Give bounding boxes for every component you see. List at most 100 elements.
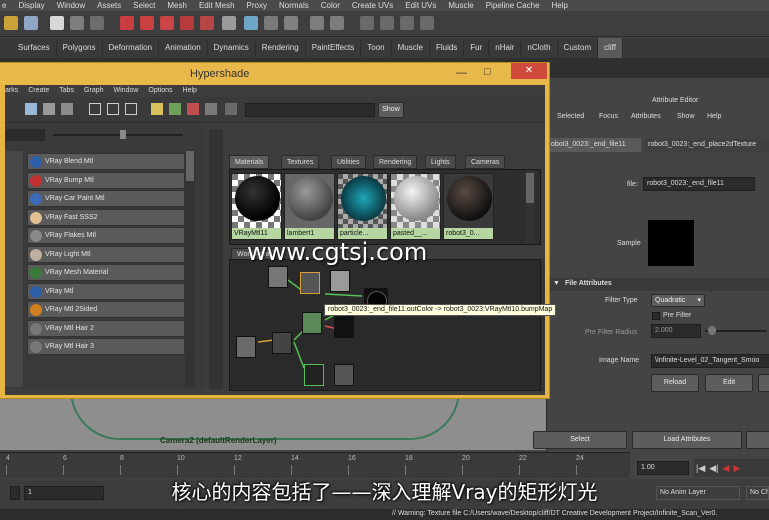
ae-tab-file[interactable]: obot3_0023:_end_file11 (547, 138, 641, 152)
time-slider[interactable]: 4 6 8 10 12 14 16 18 20 22 24 (0, 452, 630, 478)
view-button[interactable] (758, 374, 769, 392)
menu-item-12[interactable]: Muscle (448, 0, 473, 11)
graph-node-7[interactable] (236, 336, 256, 358)
image-name-field[interactable]: \Infinite-Level_02_Tangent_Smoo (651, 354, 769, 368)
work-area[interactable] (229, 259, 541, 391)
menu-item-14[interactable]: Help (552, 0, 568, 11)
graph-node-8[interactable] (272, 332, 292, 354)
ae-menu-attributes[interactable]: Attributes (631, 113, 661, 120)
shelf-tab-14[interactable]: cliff (598, 38, 623, 58)
hypershade-titlebar[interactable]: Hypershade — □ ✕ (0, 63, 549, 85)
shelf-tab-1[interactable]: Polygons (57, 38, 103, 58)
play-back-icon[interactable]: ◀ (723, 459, 730, 477)
shelf-tab-10[interactable]: Fur (464, 38, 490, 58)
material-swatch[interactable]: particle... (337, 173, 388, 240)
material-swatch[interactable]: robot3_0... (443, 173, 494, 240)
file-name-field[interactable]: robot3_0023:_end_file11 (643, 177, 755, 191)
history-icon[interactable] (222, 16, 236, 30)
load-attributes-button[interactable]: Load Attributes (632, 431, 742, 449)
file-attributes-header[interactable]: ▼ File Attributes (547, 278, 769, 291)
snap-icon[interactable] (120, 16, 134, 30)
snap-point-icon[interactable] (160, 16, 174, 30)
minimize-icon[interactable]: — (456, 67, 467, 79)
select-button[interactable]: Select (533, 431, 627, 449)
create-item[interactable]: VRay Mesh Material (27, 264, 185, 281)
graph-node-5[interactable] (302, 312, 322, 334)
snap-surface-icon[interactable] (200, 16, 214, 30)
render-settings-icon[interactable] (284, 16, 298, 30)
snap-view-icon[interactable] (180, 16, 194, 30)
menu-item-11[interactable]: Edit UVs (405, 0, 436, 11)
shelf-tab-3[interactable]: Animation (159, 38, 208, 58)
menu-item-5[interactable]: Mesh (167, 0, 187, 11)
create-item[interactable]: VRay Mtl (27, 282, 185, 300)
shelf-tab-8[interactable]: Muscle (392, 38, 430, 58)
tool-icon[interactable] (360, 16, 374, 30)
ae-menu-show[interactable]: Show (677, 113, 695, 120)
shelf-tab-4[interactable]: Dynamics (208, 38, 256, 58)
menu-item-9[interactable]: Color (321, 0, 340, 11)
material-swatch[interactable]: pasted__... (390, 173, 441, 240)
close-icon[interactable]: ✕ (511, 63, 547, 79)
command-line[interactable]: // Warning: Texture file C:/Users/wave/D… (0, 509, 769, 520)
menu-item-8[interactable]: Normals (279, 0, 309, 11)
maximize-icon[interactable]: □ (484, 66, 491, 78)
material-swatch[interactable]: VRayMtl11 (231, 173, 282, 240)
ae-menu-help[interactable]: Help (707, 113, 721, 120)
lasso-icon[interactable] (70, 16, 84, 30)
play-forward-icon[interactable]: ▶ (733, 459, 740, 477)
menu-item-7[interactable]: Proxy (247, 0, 267, 11)
menu-item-2[interactable]: Window (57, 0, 85, 11)
hypershade-icon[interactable] (310, 16, 324, 30)
materials-scrollbar[interactable] (525, 171, 535, 243)
reload-button[interactable]: Reload (651, 374, 699, 392)
menu-item-13[interactable]: Pipeline Cache (486, 0, 540, 11)
menu-item-1[interactable]: Display (18, 0, 44, 11)
step-back-icon[interactable]: ◀| (709, 459, 718, 477)
pre-filter-radius-field[interactable]: 2.000 (651, 324, 701, 338)
graph-node-3[interactable] (330, 270, 350, 292)
shelf-tab-13[interactable]: Custom (558, 38, 599, 58)
work-area-scrollbar[interactable] (541, 259, 545, 391)
material-swatch[interactable]: lambert1 (284, 173, 335, 240)
menu-item-3[interactable]: Assets (97, 0, 121, 11)
go-to-start-icon[interactable]: |◀ (696, 459, 705, 477)
create-item[interactable]: VRay Mtl Hair 3 (27, 338, 185, 355)
create-item[interactable]: VRay Mtl Hair 2 (27, 319, 185, 337)
create-item[interactable]: VRay Light Mtl (27, 245, 185, 263)
shelf-tab-12[interactable]: nCloth (521, 38, 558, 58)
tool-icon-3[interactable] (400, 16, 414, 30)
menu-item-6[interactable]: Edit Mesh (199, 0, 235, 11)
shelf-tab-2[interactable]: Deformation (103, 38, 160, 58)
shelf-tab-9[interactable]: Fluids (430, 38, 465, 58)
shelf-tab-7[interactable]: Toon (361, 38, 392, 58)
current-frame-field[interactable]: 1.00 (637, 461, 689, 475)
ipr-render-icon[interactable] (264, 16, 278, 30)
edit-button[interactable]: Edit (705, 374, 753, 392)
shelf-tab-6[interactable]: PaintEffects (306, 38, 362, 58)
open-folder-icon[interactable] (4, 16, 18, 30)
snap-curve-icon[interactable] (140, 16, 154, 30)
slider-handle[interactable] (708, 326, 716, 335)
create-item[interactable]: VRay Mtl 2Sided (27, 301, 185, 318)
shelf-tab-5[interactable]: Rendering (256, 38, 306, 58)
shelf-tab-0[interactable]: Surfaces (12, 38, 57, 58)
ae-menu-focus[interactable]: Focus (599, 113, 618, 120)
shelf-tab-11[interactable]: nHair (489, 38, 522, 58)
select-arrow-icon[interactable] (50, 16, 64, 30)
scrollbar-thumb-2[interactable] (526, 173, 534, 203)
filter-type-dropdown[interactable]: Quadratic ▾ (651, 294, 705, 307)
menu-item-4[interactable]: Select (133, 0, 155, 11)
ae-tab-place2d[interactable]: robot3_0023:_end_place2dTexture (644, 138, 769, 152)
graph-node-9[interactable] (304, 364, 324, 386)
tool-icon-4[interactable] (420, 16, 434, 30)
paint-select-icon[interactable] (90, 16, 104, 30)
tool-icon-2[interactable] (380, 16, 394, 30)
vray-icon[interactable] (330, 16, 344, 30)
pre-filter-checkbox[interactable] (652, 312, 660, 320)
graph-node-2[interactable] (300, 272, 320, 294)
menu-item-10[interactable]: Create UVs (352, 0, 393, 11)
ae-menu-selected[interactable]: Selected (557, 113, 584, 120)
render-icon[interactable] (244, 16, 258, 30)
menu-item-0[interactable]: e (2, 0, 6, 11)
